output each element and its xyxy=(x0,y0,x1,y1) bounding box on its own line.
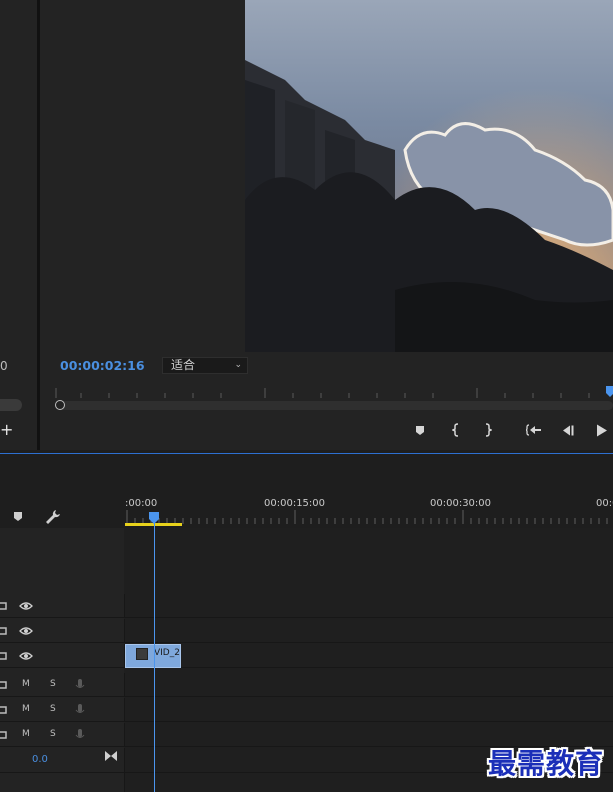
video-clip[interactable]: VID_2 xyxy=(125,644,181,668)
master-volume-value[interactable]: 0.0 xyxy=(32,754,48,765)
mark-in-icon xyxy=(452,423,459,437)
timeline-playhead-line[interactable] xyxy=(154,516,155,792)
audio-track-a2[interactable]: M S xyxy=(0,698,613,722)
sunset-video-frame xyxy=(245,0,613,352)
add-marker-button[interactable] xyxy=(410,420,430,440)
program-timecode[interactable]: 00:00:02:16 xyxy=(60,358,145,373)
solo-button[interactable]: S xyxy=(50,729,56,739)
add-icon[interactable]: + xyxy=(0,421,13,439)
play-button[interactable] xyxy=(592,420,612,440)
play-icon xyxy=(597,424,607,436)
video-track-v2[interactable] xyxy=(0,619,613,643)
mark-out-icon xyxy=(485,423,492,437)
bowtie-icon[interactable] xyxy=(104,750,118,762)
monitor-scrub-bar[interactable] xyxy=(56,401,613,410)
left-panel-value: 0 xyxy=(0,359,8,373)
mark-out-button[interactable] xyxy=(478,420,498,440)
go-to-in-button[interactable] xyxy=(524,420,544,440)
timeline-time-ruler[interactable] xyxy=(124,508,613,528)
video-track-v1[interactable] xyxy=(0,644,613,668)
chevron-down-icon: ⌄ xyxy=(234,360,242,370)
monitor-time-ruler[interactable] xyxy=(53,388,613,398)
fit-dropdown[interactable]: 适合 ⌄ xyxy=(162,357,248,374)
scrub-handle[interactable] xyxy=(55,400,65,410)
step-back-icon xyxy=(563,425,574,435)
add-marker-icon xyxy=(416,425,424,435)
project-panel xyxy=(0,0,37,450)
eye-icon[interactable] xyxy=(19,600,33,612)
add-marker-tool-icon[interactable] xyxy=(12,510,24,522)
eye-icon[interactable] xyxy=(19,625,33,637)
zoom-slider[interactable] xyxy=(0,399,22,411)
mute-button[interactable]: M xyxy=(22,729,30,739)
sync-lock-icon[interactable] xyxy=(0,600,8,612)
microphone-icon[interactable] xyxy=(74,704,86,716)
wrench-icon[interactable] xyxy=(44,508,62,526)
go-to-in-icon xyxy=(526,424,541,436)
solo-button[interactable]: S xyxy=(50,679,56,689)
solo-button[interactable]: S xyxy=(50,704,56,714)
audio-track-a1[interactable]: M S xyxy=(0,673,613,697)
mute-button[interactable]: M xyxy=(22,679,30,689)
step-back-button[interactable] xyxy=(558,420,578,440)
microphone-icon[interactable] xyxy=(74,679,86,691)
sync-lock-icon[interactable] xyxy=(0,625,8,637)
eye-icon[interactable] xyxy=(19,650,33,662)
source-monitor-panel xyxy=(40,0,245,352)
video-track-v3[interactable] xyxy=(0,594,613,618)
sync-lock-icon[interactable] xyxy=(0,679,8,691)
monitor-playhead[interactable] xyxy=(606,386,613,397)
sync-lock-icon[interactable] xyxy=(0,650,8,662)
mark-in-button[interactable] xyxy=(446,420,466,440)
timeline-playhead[interactable] xyxy=(148,512,160,524)
sync-lock-icon[interactable] xyxy=(0,704,8,716)
mute-button[interactable]: M xyxy=(22,704,30,714)
fx-badge-icon xyxy=(136,648,148,660)
sync-lock-icon[interactable] xyxy=(0,729,8,741)
clip-label: VID_2 xyxy=(154,648,180,658)
microphone-icon[interactable] xyxy=(74,729,86,741)
program-monitor-video-frame xyxy=(245,0,613,352)
fit-dropdown-value: 适合 xyxy=(171,358,196,372)
watermark-logo: 最需教育 xyxy=(488,747,605,780)
